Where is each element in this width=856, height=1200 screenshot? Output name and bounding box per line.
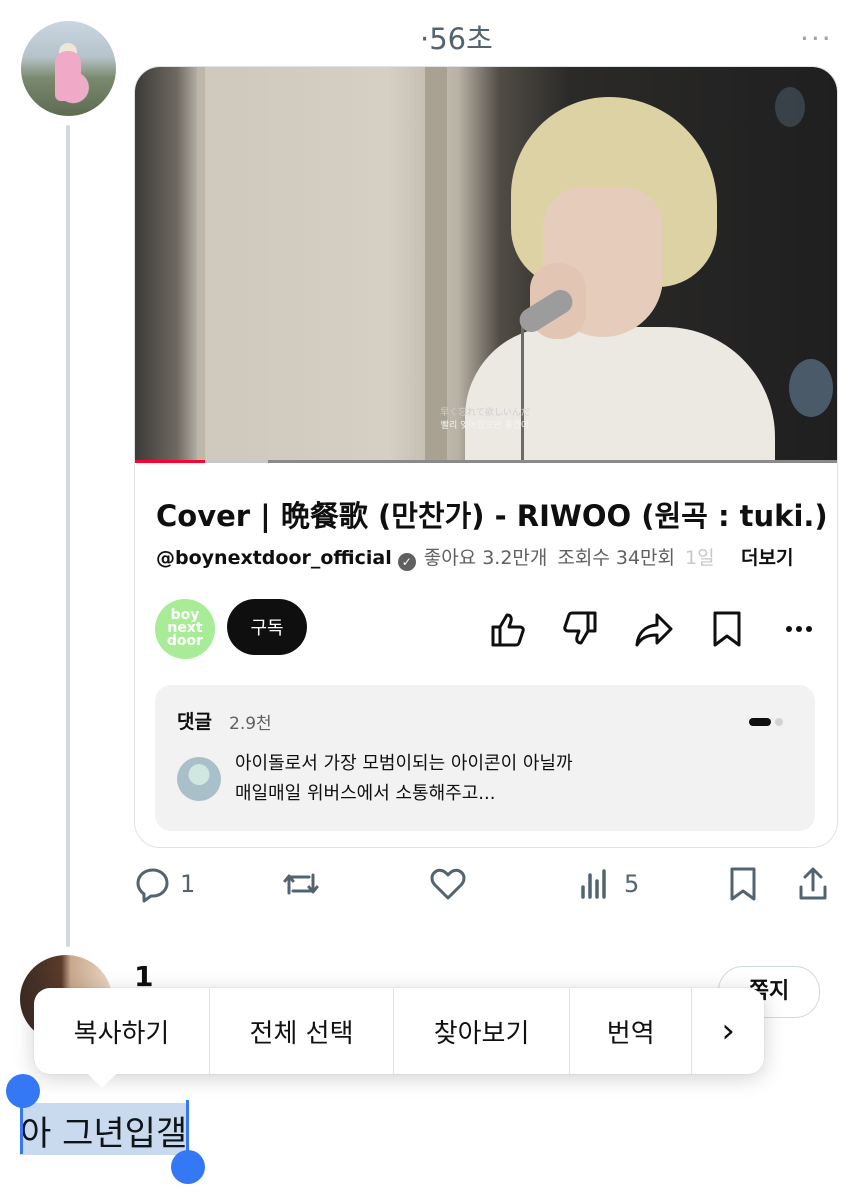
video-progress-fill xyxy=(135,460,205,463)
subtitle-line: 빨리 잊어줬으면 좋겠어 xyxy=(440,421,530,431)
bookmark-icon[interactable] xyxy=(705,607,749,651)
thumbs-down-icon[interactable] xyxy=(559,607,603,651)
more-link[interactable]: 더보기 xyxy=(737,543,794,570)
thumbnail-wall xyxy=(197,67,205,463)
bookmark-icon xyxy=(730,867,756,901)
selection-start-caret xyxy=(20,1096,23,1154)
commenter-avatar xyxy=(177,757,221,801)
video-thumbnail[interactable]: 早く忘れて欲しいんだ 빨리 잊어줬으면 좋겠어 xyxy=(135,67,837,463)
author-avatar[interactable] xyxy=(21,21,116,116)
upload-icon xyxy=(799,867,827,900)
menu-item-copy[interactable]: 복사하기 xyxy=(34,988,211,1074)
selection-start-handle[interactable] xyxy=(6,1074,40,1108)
repost-icon xyxy=(283,873,319,895)
menu-item-select-all[interactable]: 전체 선택 xyxy=(210,988,395,1074)
comment-line: 매일매일 위버스에서 소통해주고... xyxy=(235,783,496,804)
dot-inactive xyxy=(775,718,783,726)
comments-count: 2.9천 xyxy=(229,714,272,734)
thumbnail-bokeh xyxy=(775,87,805,127)
menu-next-arrow-icon[interactable]: › xyxy=(692,988,764,1074)
post-timestamp: ·56초 xyxy=(420,22,493,56)
comments-preview[interactable]: 댓글 2.9천 아이돌로서 가장 모범이되는 아이콘이 아닐까 매일매일 위버스… xyxy=(155,685,815,831)
thumbs-up-icon[interactable] xyxy=(485,607,529,651)
selection-end-handle[interactable] xyxy=(171,1150,205,1184)
top-comment: 아이돌로서 가장 모범이되는 아이콘이 아닐까 매일매일 위버스에서 소통해주고… xyxy=(235,749,573,809)
menu-item-look-up[interactable]: 찾아보기 xyxy=(394,988,571,1074)
channel-handle[interactable]: @boynextdoor_official xyxy=(156,547,392,569)
thumbnail-mic-stand xyxy=(521,317,524,463)
video-meta: @boynextdoor_official ✓ 좋아요 3.2만개 조회수 34만회 1… xyxy=(156,543,816,573)
thumbnail-figure xyxy=(465,327,775,463)
analytics-icon xyxy=(581,869,606,899)
like-count: 좋아요 3.2만개 xyxy=(423,547,548,569)
comment-line: 아이돌로서 가장 모범이되는 아이콘이 아닐까 xyxy=(235,753,573,774)
more-options-icon[interactable]: ··· xyxy=(800,22,833,55)
verified-icon: ✓ xyxy=(397,553,416,571)
more-actions-icon[interactable] xyxy=(777,607,821,651)
bookmark-action[interactable] xyxy=(726,860,760,908)
view-count-post: 5 xyxy=(624,870,640,898)
reply-count: 1 xyxy=(180,870,196,898)
like-action[interactable] xyxy=(428,860,468,908)
menu-item-translate[interactable]: 번역 xyxy=(570,988,693,1074)
avatar-figure xyxy=(55,51,81,101)
subscribe-button[interactable]: 구독 xyxy=(227,599,307,655)
dot-active xyxy=(749,718,771,726)
thread-line xyxy=(66,125,70,947)
video-subtitle: 早く忘れて欲しいんだ 빨리 잊어줬으면 좋겠어 xyxy=(385,407,585,433)
views-action[interactable]: 5 xyxy=(578,860,639,908)
carousel-dots xyxy=(749,711,783,730)
view-count: 조회수 34만회 xyxy=(557,547,675,569)
share-icon[interactable] xyxy=(633,607,677,651)
youtube-embed-card: 早く忘れて欲しいんだ 빨리 잊어줬으면 좋겠어 Cover | 晩餐歌 (만찬가… xyxy=(134,66,838,848)
thumbnail-bokeh xyxy=(789,359,833,417)
repost-action[interactable] xyxy=(280,860,322,908)
comments-title: 댓글 xyxy=(177,711,212,733)
channel-logo-text: boy next door xyxy=(166,607,204,649)
reply-action[interactable]: 1 xyxy=(134,860,195,908)
post-action-bar: 1 5 xyxy=(134,860,836,910)
share-action[interactable] xyxy=(796,860,830,908)
video-title[interactable]: Cover | 晩餐歌 (만찬가) - RIWOO (원곡 : tuki.) xyxy=(156,493,828,535)
heart-icon xyxy=(430,868,466,900)
upload-date: 1일 xyxy=(685,547,715,569)
text-context-menu: 복사하기 전체 선택 찾아보기 번역 › xyxy=(34,988,764,1074)
context-menu-pointer xyxy=(86,1072,118,1088)
reply-text[interactable]: 아 그년입갤 xyxy=(20,1106,187,1155)
thumbnail-wall xyxy=(425,67,447,463)
channel-logo[interactable]: boy next door xyxy=(155,599,215,659)
reply-icon xyxy=(136,868,169,903)
subtitle-line: 早く忘れて欲しいんだ xyxy=(440,408,530,418)
